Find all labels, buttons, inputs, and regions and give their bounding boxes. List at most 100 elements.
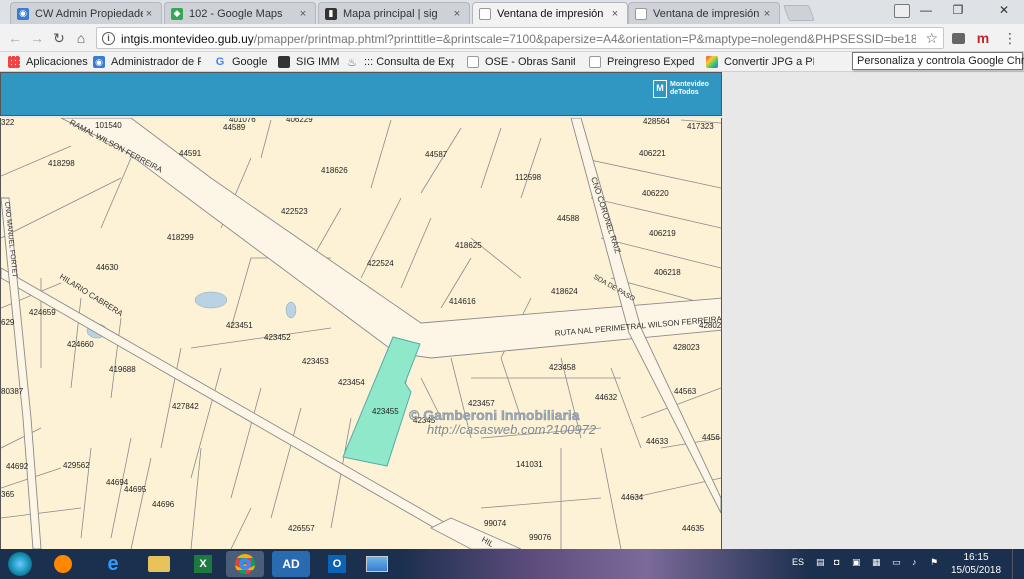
close-icon[interactable]: × bbox=[451, 8, 463, 20]
chrome-icon[interactable] bbox=[226, 551, 264, 577]
parcel-label[interactable]: 44635 bbox=[682, 524, 705, 533]
new-tab-button[interactable] bbox=[783, 5, 815, 21]
parcel-label[interactable]: 365 bbox=[1, 490, 15, 499]
bookmark-star-icon[interactable]: ☆ bbox=[925, 30, 938, 47]
parcel-label[interactable]: 44696 bbox=[152, 500, 175, 509]
parcel-label[interactable]: 428564 bbox=[643, 118, 670, 126]
m-extension-icon[interactable]: m bbox=[975, 30, 991, 46]
parcel-label[interactable]: 112598 bbox=[515, 173, 542, 182]
close-icon[interactable]: × bbox=[297, 8, 309, 20]
parcel-label[interactable]: 418299 bbox=[167, 233, 194, 242]
forward-arrow-icon[interactable]: → bbox=[28, 29, 46, 47]
parcel-label[interactable]: 423454 bbox=[338, 378, 365, 387]
internet-explorer-icon[interactable]: e bbox=[94, 551, 132, 577]
tab-mapa-principal[interactable]: ▮ Mapa principal | sig × bbox=[318, 2, 470, 24]
parcel-label[interactable]: 423453 bbox=[302, 357, 329, 366]
parcel-label[interactable]: 418298 bbox=[48, 159, 75, 168]
reload-icon[interactable]: ↻ bbox=[50, 29, 68, 47]
outlook-tray-icon[interactable]: ◘ bbox=[834, 557, 839, 567]
bookmark-ose[interactable]: OSE - Obras Sanitari bbox=[467, 54, 575, 70]
device-tray-icon[interactable]: ▭ bbox=[892, 557, 901, 568]
parcel-label[interactable]: 423458 bbox=[549, 363, 576, 372]
parcel-label[interactable]: 44632 bbox=[595, 393, 618, 402]
flag-tray-icon[interactable]: ⚑ bbox=[930, 557, 938, 568]
network-tray-icon[interactable]: ▦ bbox=[872, 557, 881, 568]
parcel-label[interactable]: 44563 bbox=[674, 387, 697, 396]
parcel-label[interactable]: 418626 bbox=[321, 166, 348, 175]
info-icon[interactable]: i bbox=[102, 32, 115, 45]
tab-google-maps[interactable]: ◆ 102 - Google Maps × bbox=[164, 2, 316, 24]
parcel-label[interactable]: 427842 bbox=[172, 402, 199, 411]
parcel-label[interactable]: 414616 bbox=[449, 297, 476, 306]
menu-kebab-icon[interactable]: ⋮ bbox=[1002, 30, 1018, 46]
parcel-label[interactable]: 44634 bbox=[621, 493, 644, 502]
parcel-label[interactable]: 141031 bbox=[516, 460, 543, 469]
parcel-label[interactable]: 44589 bbox=[223, 123, 246, 132]
parcel-label[interactable]: 418624 bbox=[551, 287, 578, 296]
parcel-label[interactable]: 426557 bbox=[288, 524, 315, 533]
system-clock[interactable]: 16:15 15/05/2018 bbox=[948, 551, 1004, 577]
parcel-label[interactable]: 99074 bbox=[484, 519, 507, 528]
language-indicator[interactable]: ES bbox=[792, 557, 804, 567]
bookmark-aplicaciones[interactable]: Aplicaciones bbox=[8, 54, 88, 70]
parcel-label[interactable]: 419688 bbox=[109, 365, 136, 374]
close-window-button[interactable]: ✕ bbox=[984, 0, 1024, 20]
parcel-label[interactable]: 101540 bbox=[95, 121, 122, 130]
minimize-button[interactable]: — bbox=[912, 0, 940, 20]
parcel-label[interactable]: 44630 bbox=[96, 263, 119, 272]
parcel-label[interactable]: 44591 bbox=[179, 149, 202, 158]
parcel-label[interactable]: 428023 bbox=[673, 343, 700, 352]
parcel-label[interactable]: 422523 bbox=[281, 207, 308, 216]
parcel-label[interactable]: 4456 bbox=[702, 433, 720, 442]
bookmark-administrador[interactable]: ◉ Administrador de Pr bbox=[93, 54, 201, 70]
parcel-label[interactable]: 44588 bbox=[557, 214, 580, 223]
parcel-label[interactable]: 418625 bbox=[455, 241, 482, 250]
tab-ventana-impresion-active[interactable]: Ventana de impresión × bbox=[472, 2, 628, 24]
media-player-icon[interactable] bbox=[44, 551, 82, 577]
parcel-label[interactable]: 322 bbox=[1, 118, 15, 127]
close-icon[interactable]: × bbox=[609, 8, 621, 20]
parcel-label[interactable]: 423451 bbox=[226, 321, 253, 330]
volume-icon[interactable]: ♪ bbox=[912, 557, 917, 567]
parcel-label[interactable]: 80387 bbox=[1, 387, 24, 396]
outlook-icon[interactable]: O bbox=[318, 551, 356, 577]
parcel-label[interactable]: 406220 bbox=[642, 189, 669, 198]
parcel-label[interactable]: 99076 bbox=[529, 533, 552, 542]
bookmark-sig-imm[interactable]: SIG IMM bbox=[278, 54, 339, 70]
camera-extension-icon[interactable] bbox=[950, 30, 966, 46]
url-text[interactable]: intgis.montevideo.gub.uy/pmapper/printma… bbox=[121, 32, 916, 46]
ad-app-icon[interactable]: AD bbox=[272, 551, 310, 577]
parcel-label[interactable]: 424659 bbox=[29, 308, 56, 317]
parcel-label[interactable]: 44695 bbox=[124, 485, 147, 494]
address-bar[interactable]: i intgis.montevideo.gub.uy/pmapper/print… bbox=[96, 27, 944, 49]
parcel-label[interactable]: 429562 bbox=[63, 461, 90, 470]
tab-ventana-impresion[interactable]: Ventana de impresión × bbox=[628, 2, 780, 24]
parcel-label[interactable]: 44587 bbox=[425, 150, 448, 159]
excel-icon[interactable]: X bbox=[184, 551, 222, 577]
parcel-label[interactable]: 406219 bbox=[649, 229, 676, 238]
parcel-label[interactable]: 44692 bbox=[6, 462, 29, 471]
cadastral-map[interactable]: RAMAL WILSON FERREIRA RUTA NAL PERIMETRA… bbox=[0, 118, 722, 549]
parcel-label[interactable]: 406218 bbox=[654, 268, 681, 277]
parcel-label[interactable]: 406221 bbox=[639, 149, 666, 158]
show-desktop-button[interactable] bbox=[1012, 549, 1024, 579]
parcel-label[interactable]: 629 bbox=[1, 318, 15, 327]
start-orb-icon[interactable] bbox=[2, 551, 38, 577]
bookmark-google[interactable]: G Google bbox=[214, 54, 268, 70]
user-profile-icon[interactable] bbox=[894, 4, 910, 18]
parcel-label[interactable]: 423455 bbox=[372, 407, 399, 416]
close-icon[interactable]: × bbox=[143, 8, 155, 20]
parcel-label[interactable]: 44633 bbox=[646, 437, 669, 446]
parcel-label[interactable]: 42802 bbox=[699, 321, 722, 330]
restore-button[interactable]: ❐ bbox=[944, 0, 972, 20]
parcel-label[interactable]: 423452 bbox=[264, 333, 291, 342]
parcel-label[interactable]: 406229 bbox=[286, 118, 313, 124]
home-icon[interactable]: ⌂ bbox=[72, 29, 90, 47]
close-icon[interactable]: × bbox=[761, 8, 773, 20]
photo-app-icon[interactable] bbox=[358, 551, 396, 577]
printer-tray-icon[interactable]: ▤ bbox=[816, 557, 825, 568]
back-arrow-icon[interactable]: ← bbox=[6, 29, 24, 47]
parcel-label[interactable]: 424660 bbox=[67, 340, 94, 349]
bookmark-preingreso[interactable]: Preingreso Expedien bbox=[589, 54, 695, 70]
tab-cw-admin[interactable]: ◉ CW Admin Propiedades × bbox=[10, 2, 162, 24]
